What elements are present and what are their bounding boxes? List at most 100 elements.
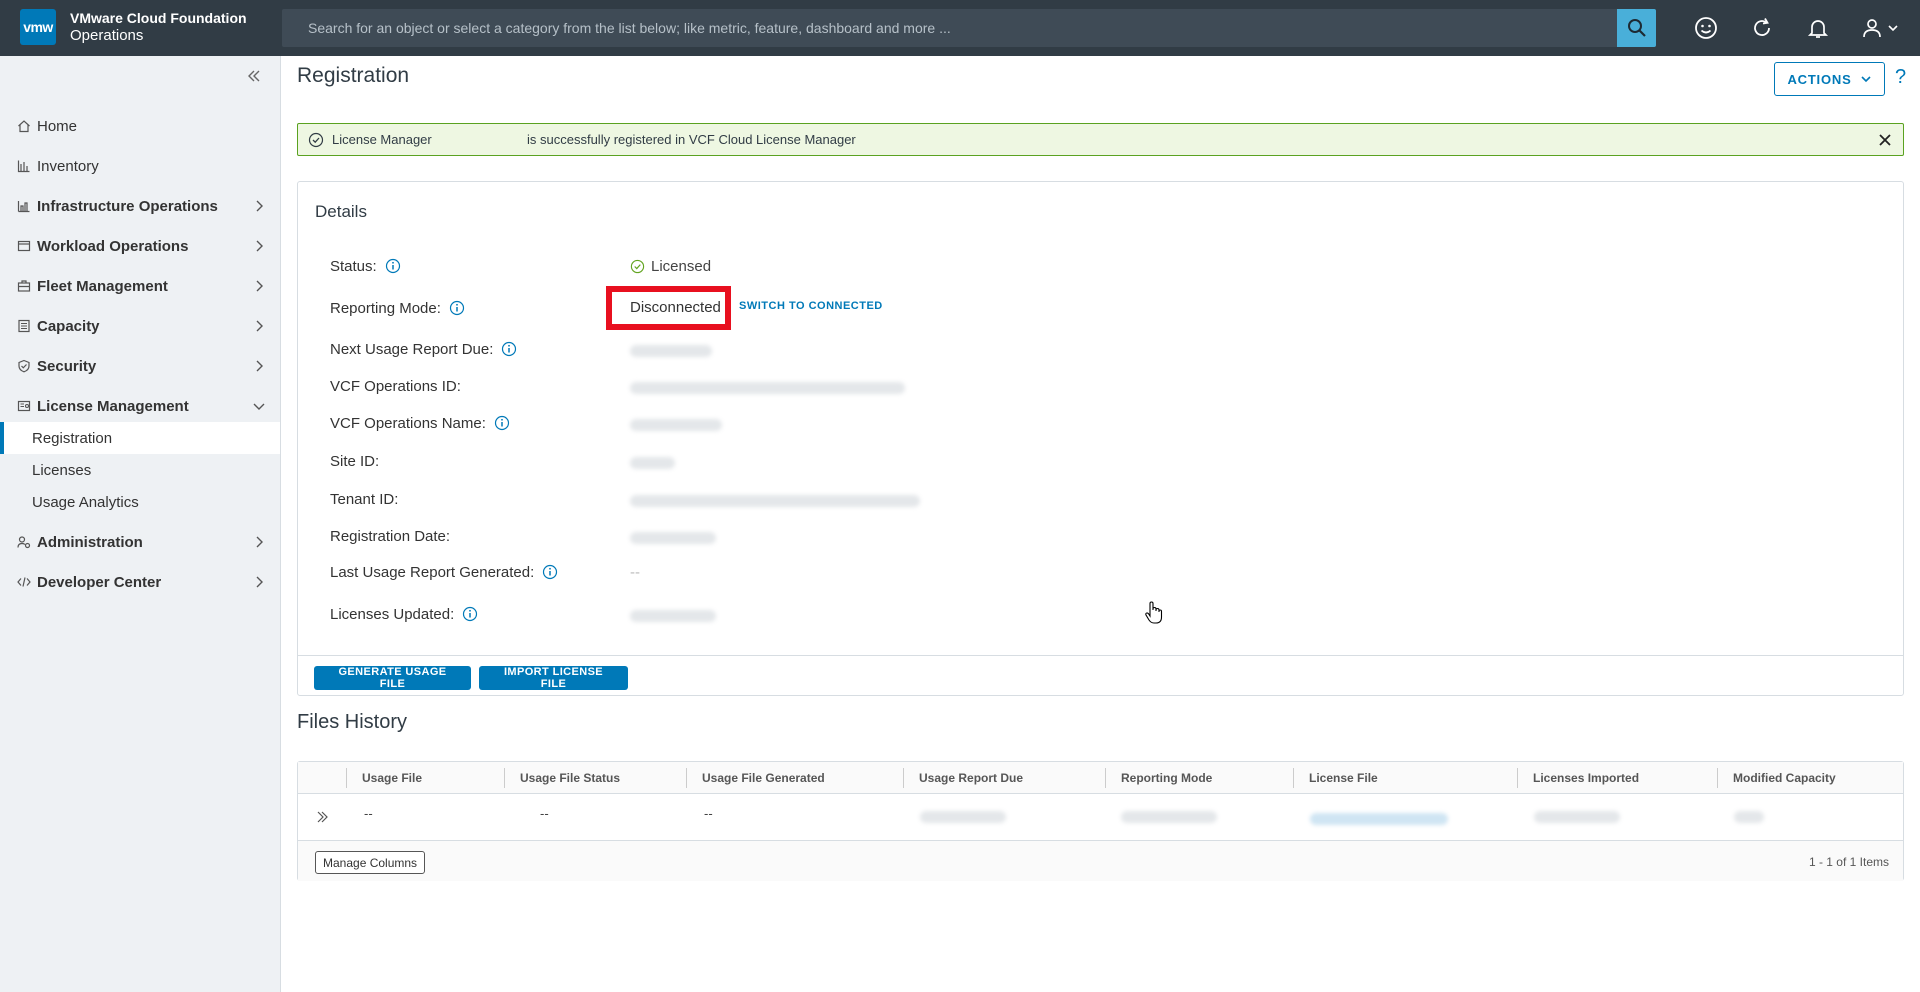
table-cell: --: [540, 806, 549, 821]
vmware-logo[interactable]: vmw: [20, 9, 56, 45]
last-usage-report-label: Last Usage Report Generated:: [330, 563, 535, 581]
info-icon[interactable]: [385, 258, 401, 274]
info-icon[interactable]: [494, 415, 510, 431]
search-input[interactable]: [282, 9, 1656, 47]
sidebar-subitem-registration[interactable]: Registration: [0, 422, 280, 454]
double-chevron-left-icon: [248, 70, 260, 82]
close-icon[interactable]: [1877, 132, 1893, 148]
licenses-updated-label: Licenses Updated:: [330, 605, 455, 623]
success-check-icon: [308, 132, 324, 147]
table-cell: --: [704, 806, 713, 821]
sidebar-item-label: Infrastructure Operations: [37, 197, 218, 215]
sidebar-item-label: Fleet Management: [37, 277, 168, 295]
chevron-right-icon: [256, 536, 263, 548]
column-header[interactable]: License File: [1309, 762, 1378, 794]
site-id-label: Site ID:: [330, 452, 380, 470]
redacted-value: [630, 495, 920, 507]
column-header[interactable]: Usage File: [362, 762, 422, 794]
details-card: Details Status: Licensed Reporting Mode:…: [297, 181, 1904, 696]
chevron-right-icon: [256, 240, 263, 252]
info-icon[interactable]: [542, 564, 558, 580]
sidebar-item-developer-center[interactable]: Developer Center: [0, 566, 280, 598]
sidebar-item-label: Security: [37, 357, 97, 375]
switch-to-connected-link[interactable]: SWITCH TO CONNECTED: [739, 300, 883, 312]
chevron-right-icon: [256, 320, 263, 332]
status-value: Licensed: [630, 255, 711, 277]
status-label: Status:: [330, 257, 377, 275]
home-icon: [17, 119, 31, 133]
reporting-mode-row: Reporting Mode:: [330, 297, 465, 319]
sidebar: Home Inventory Infrastructure Operations…: [0, 56, 281, 992]
column-header[interactable]: Usage File Status: [520, 762, 620, 794]
tenant-id-row: Tenant ID:: [330, 488, 398, 510]
feedback-button[interactable]: [1692, 14, 1720, 42]
search-icon: [1627, 19, 1646, 37]
sidebar-item-workload-operations[interactable]: Workload Operations: [0, 230, 280, 262]
smiley-icon: [1695, 17, 1717, 39]
sidebar-item-label: License Management: [37, 397, 189, 415]
table-cell: --: [364, 806, 373, 821]
expand-row-icon[interactable]: [315, 810, 329, 824]
table-row: -- -- --: [298, 794, 1903, 841]
user-menu-button[interactable]: [1858, 14, 1902, 42]
alert-license-manager: License Manager: [332, 132, 432, 147]
sidebar-item-home[interactable]: Home: [0, 110, 280, 142]
generate-usage-file-button[interactable]: GENERATE USAGE FILE: [314, 666, 471, 690]
code-icon: [17, 575, 31, 589]
user-icon: [1863, 19, 1881, 38]
sidebar-item-inventory[interactable]: Inventory: [0, 150, 280, 182]
chevron-right-icon: [256, 360, 263, 372]
brand-line1: VMware Cloud Foundation: [70, 10, 247, 26]
import-license-file-button[interactable]: IMPORT LICENSE FILE: [479, 666, 628, 690]
last-usage-report-value: --: [630, 563, 640, 581]
sidebar-item-infrastructure-operations[interactable]: Infrastructure Operations: [0, 190, 280, 222]
manage-columns-button[interactable]: Manage Columns: [315, 851, 426, 874]
reporting-mode-value: Disconnected: [630, 298, 721, 316]
sidebar-item-fleet-management[interactable]: Fleet Management: [0, 270, 280, 302]
actions-button[interactable]: ACTIONS: [1774, 62, 1885, 96]
help-icon[interactable]: ?: [1895, 66, 1906, 89]
hand-cursor-icon: [1145, 601, 1163, 624]
sidebar-item-capacity[interactable]: Capacity: [0, 310, 280, 342]
info-icon[interactable]: [501, 341, 517, 357]
column-header[interactable]: Usage Report Due: [919, 762, 1023, 794]
sidebar-subitem-licenses[interactable]: Licenses: [0, 454, 280, 486]
sidebar-item-administration[interactable]: Administration: [0, 526, 280, 558]
sidebar-item-license-management[interactable]: License Management: [0, 390, 280, 422]
refresh-button[interactable]: [1748, 14, 1776, 42]
redacted-link[interactable]: [1310, 813, 1448, 825]
redacted-value: [1534, 811, 1620, 823]
details-footer: GENERATE USAGE FILE IMPORT LICENSE FILE: [298, 655, 1903, 696]
column-header[interactable]: Licenses Imported: [1533, 762, 1639, 794]
sidebar-item-security[interactable]: Security: [0, 350, 280, 382]
registration-date-row: Registration Date:: [330, 525, 450, 547]
next-usage-report-label: Next Usage Report Due:: [330, 340, 494, 358]
column-header[interactable]: Modified Capacity: [1733, 762, 1836, 794]
sidebar-item-label: Workload Operations: [37, 237, 189, 255]
chevron-right-icon: [256, 280, 263, 292]
tenant-id-label: Tenant ID:: [330, 490, 399, 508]
search-button[interactable]: [1617, 9, 1656, 47]
refresh-icon: [1754, 18, 1770, 36]
sidebar-subitem-usage-analytics[interactable]: Usage Analytics: [0, 486, 280, 518]
redacted-value: [630, 419, 722, 431]
files-history-title: Files History: [297, 711, 408, 733]
table-footer: Manage Columns 1 - 1 of 1 Items: [298, 841, 1903, 881]
redacted-value: [1121, 811, 1217, 823]
redacted-value: [630, 382, 905, 394]
column-header[interactable]: Usage File Generated: [702, 762, 825, 794]
inventory-icon: [17, 159, 31, 173]
actions-label: ACTIONS: [1787, 71, 1852, 87]
info-icon[interactable]: [462, 606, 478, 622]
bell-icon: [1807, 20, 1829, 38]
chevron-down-icon: [253, 403, 265, 410]
sidebar-item-label: Inventory: [37, 157, 99, 175]
info-icon[interactable]: [449, 300, 465, 316]
redacted-value: [920, 811, 1006, 823]
collapse-sidebar-button[interactable]: [246, 68, 266, 88]
reporting-mode-label: Reporting Mode:: [330, 299, 441, 317]
licenses-updated-row: Licenses Updated:: [330, 603, 478, 625]
notifications-button[interactable]: [1804, 14, 1832, 42]
licensed-check-icon: [630, 259, 645, 273]
column-header[interactable]: Reporting Mode: [1121, 762, 1212, 794]
